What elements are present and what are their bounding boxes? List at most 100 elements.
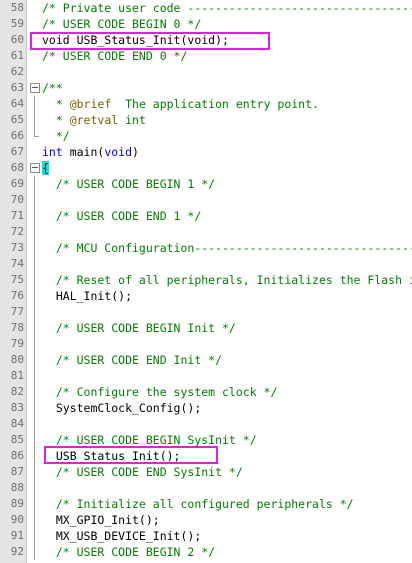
code-line[interactable]: 58 /* Private user code -----------------…	[0, 0, 412, 16]
fold-guide-line	[29, 544, 40, 560]
code-line[interactable]: 90 MX_GPIO_Init();	[0, 512, 412, 528]
code-line[interactable]: 89 /* Initialize all configured peripher…	[0, 496, 412, 512]
fold-guide-line	[29, 272, 40, 288]
code-line[interactable]: 60 void USB_Status_Init(void);	[0, 32, 412, 48]
fold-collapse-icon[interactable]	[29, 80, 40, 96]
fold-guide-line	[29, 448, 40, 464]
code-text: /* USER CODE END Init */	[42, 352, 222, 368]
fold-collapse-icon[interactable]	[29, 160, 40, 176]
code-token: /* Private user code -------------------…	[42, 1, 412, 15]
code-line[interactable]: 91 MX_USB_DEVICE_Init();	[0, 528, 412, 544]
fold-guide-line	[29, 496, 40, 512]
code-token: /* MCU Configuration--------------------…	[55, 241, 412, 255]
fold-guide-line	[29, 240, 40, 256]
code-line[interactable]: 92 /* USER CODE BEGIN 2 */	[0, 544, 412, 560]
code-line[interactable]: 67 int main(void)	[0, 144, 412, 160]
line-number: 82	[10, 385, 24, 398]
fold-guide-line	[29, 320, 40, 336]
code-line[interactable]: 71 /* USER CODE END 1 */	[0, 208, 412, 224]
line-number: 83	[10, 401, 24, 414]
code-line[interactable]: 78 /* USER CODE BEGIN Init */	[0, 320, 412, 336]
code-token: /* USER CODE END Init */	[42, 353, 223, 367]
code-token: /* Initialize all configured peripherals…	[42, 497, 354, 511]
code-text: /* USER CODE END 1 */	[42, 208, 201, 224]
code-line[interactable]: 81	[0, 368, 412, 384]
code-line[interactable]: 73 /* MCU Configuration-----------------…	[0, 240, 412, 256]
code-line[interactable]: 85 /* USER CODE BEGIN SysInit */	[0, 432, 412, 448]
code-line[interactable]: 84	[0, 416, 412, 432]
line-number: 75	[10, 273, 24, 286]
code-text: MX_USB_DEVICE_Init();	[42, 528, 201, 544]
line-number: 92	[10, 545, 24, 558]
line-number: 63	[10, 81, 24, 94]
line-number: 86	[10, 449, 24, 462]
code-text: /* Private user code -------------------…	[42, 0, 412, 16]
code-token: int	[118, 113, 146, 127]
fold-guide-line	[29, 512, 40, 528]
code-line[interactable]: 79	[0, 336, 412, 352]
code-text: HAL_Init();	[42, 288, 132, 304]
code-text: /* Reset of all peripherals, Initializes…	[42, 272, 412, 288]
code-token: *	[42, 113, 70, 127]
code-text: * @brief The application entry point.	[42, 96, 319, 112]
code-line[interactable]: 61 /* USER CODE END 0 */	[0, 48, 412, 64]
line-number: 85	[10, 433, 24, 446]
code-line[interactable]: 62	[0, 64, 412, 80]
code-token: /* USER CODE END 1 */	[42, 209, 202, 223]
code-line[interactable]: 75 /* Reset of all peripherals, Initiali…	[0, 272, 412, 288]
code-line[interactable]: 69 /* USER CODE BEGIN 1 */	[0, 176, 412, 192]
code-token: /**	[42, 81, 63, 95]
line-number: 88	[10, 481, 24, 494]
code-text: /* USER CODE BEGIN 0 */	[42, 16, 201, 32]
code-line[interactable]: 59 /* USER CODE BEGIN 0 */	[0, 16, 412, 32]
fold-guide-line	[29, 336, 40, 352]
line-number: 58	[10, 1, 24, 14]
code-token: USB_Status_Init();	[42, 449, 181, 463]
fold-guide-line	[29, 368, 40, 384]
code-text: {	[42, 160, 49, 176]
line-number: 80	[10, 353, 24, 366]
code-token: /* Configure the system clock */	[42, 385, 278, 399]
code-text: /* USER CODE BEGIN Init */	[42, 320, 236, 336]
code-token: The application entry point.	[111, 97, 319, 111]
code-line[interactable]: 76 HAL_Init();	[0, 288, 412, 304]
code-line[interactable]: 80 /* USER CODE END Init */	[0, 352, 412, 368]
line-number: 91	[10, 529, 24, 542]
code-text: * @retval int	[42, 112, 146, 128]
line-number: 90	[10, 513, 24, 526]
code-line[interactable]: 74	[0, 256, 412, 272]
code-line[interactable]: 72	[0, 224, 412, 240]
line-number: 77	[10, 305, 24, 318]
code-text: /* Initialize all configured peripherals…	[42, 496, 354, 512]
code-token: SystemClock_Config();	[42, 401, 202, 415]
code-text: void USB_Status_Init(void);	[42, 32, 229, 48]
fold-guide-line	[29, 384, 40, 400]
code-line[interactable]: 88	[0, 480, 412, 496]
code-line[interactable]: 65 * @retval int	[0, 112, 412, 128]
code-line[interactable]: 64 * @brief The application entry point.	[0, 96, 412, 112]
code-text: /* USER CODE END 0 */	[42, 48, 187, 64]
code-line[interactable]: 83 SystemClock_Config();	[0, 400, 412, 416]
code-line[interactable]: 63 /**	[0, 80, 412, 96]
code-line[interactable]: 87 /* USER CODE END SysInit */	[0, 464, 412, 480]
line-number: 59	[10, 17, 24, 30]
line-number: 87	[10, 465, 24, 478]
code-line[interactable]: 86 USB_Status_Init();	[0, 448, 412, 464]
code-editor[interactable]: 58 /* Private user code -----------------…	[0, 0, 412, 563]
fold-guide-line	[29, 432, 40, 448]
line-number: 69	[10, 177, 24, 190]
code-line[interactable]: 68 {	[0, 160, 412, 176]
code-text: USB_Status_Init();	[42, 448, 181, 464]
code-line[interactable]: 77	[0, 304, 412, 320]
code-line[interactable]: 70	[0, 192, 412, 208]
fold-guide-line	[29, 112, 40, 128]
line-number: 66	[10, 129, 24, 142]
code-line[interactable]: 82 /* Configure the system clock */	[0, 384, 412, 400]
code-token: @brief	[69, 97, 112, 111]
code-line[interactable]: 66 */	[0, 128, 412, 144]
code-text: /* MCU Configuration--------------------…	[42, 240, 412, 256]
fold-end-marker	[29, 128, 40, 144]
fold-guide-line	[29, 96, 40, 112]
line-number: 74	[10, 257, 24, 270]
line-number: 89	[10, 497, 24, 510]
